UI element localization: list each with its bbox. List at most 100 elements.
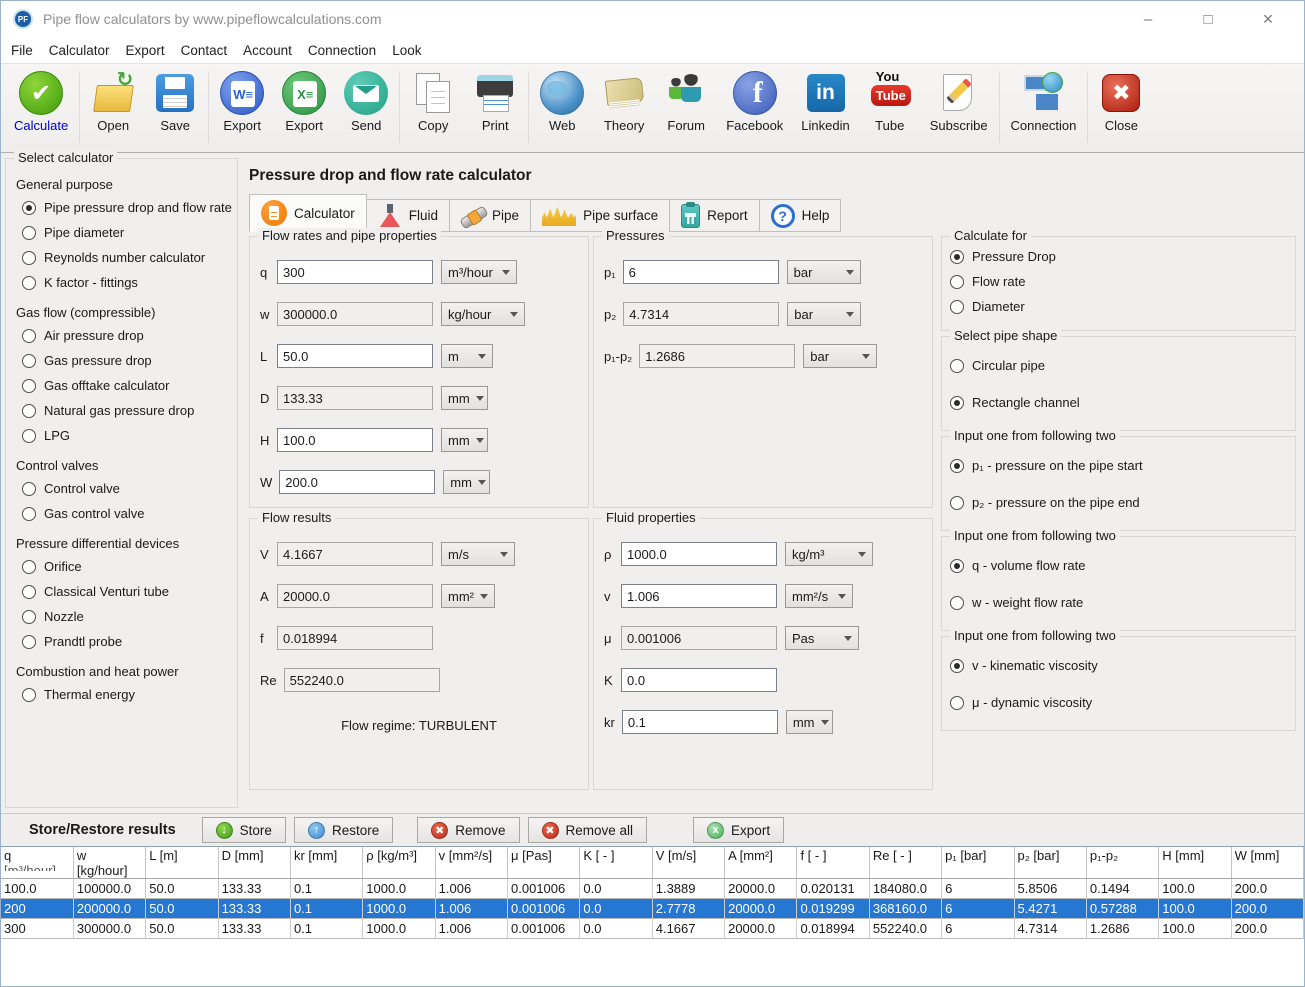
flow-results-v-input[interactable] — [277, 542, 433, 566]
radio-pressure-drop[interactable]: Pressure Drop — [942, 244, 1295, 269]
table-row[interactable]: 200200000.050.0133.330.11000.01.0060.001… — [1, 899, 1304, 919]
radio-diameter[interactable]: Diameter — [942, 294, 1295, 319]
flow-rates-d-unit-select[interactable]: mm — [441, 386, 488, 410]
flow-results-re-input[interactable] — [284, 668, 440, 692]
restore-button[interactable]: ↑Restore — [294, 817, 393, 843]
radio-p2-pressure-on-the-pipe-end[interactable]: p₂ - pressure on the pipe end — [942, 484, 1295, 521]
fluid-properties-kr-unit-select[interactable]: mm — [786, 710, 833, 734]
web-button[interactable]: Web — [531, 71, 593, 133]
flow-rates-h-input[interactable] — [277, 428, 433, 452]
tab-help[interactable]: Help — [760, 199, 842, 232]
radio-nozzle[interactable]: Nozzle — [12, 604, 237, 629]
radio-rectangle-channel[interactable]: Rectangle channel — [942, 384, 1295, 421]
radio-circular-pipe[interactable]: Circular pipe — [942, 347, 1295, 384]
export-word-button[interactable]: Export — [211, 71, 273, 133]
table-row[interactable]: 300300000.050.0133.330.11000.01.0060.001… — [1, 919, 1304, 939]
print-button[interactable]: Print — [464, 71, 526, 133]
youtube-button[interactable]: Tube — [859, 71, 921, 133]
radio-orifice[interactable]: Orifice — [12, 554, 237, 579]
radio-w-weight-flow-rate[interactable]: w - weight flow rate — [942, 584, 1295, 621]
calculate-button[interactable]: Calculate — [5, 71, 77, 133]
store-button[interactable]: ↓Store — [202, 817, 286, 843]
flow-rates-w-input[interactable] — [277, 302, 433, 326]
fluid-properties-kr-input[interactable] — [622, 710, 778, 734]
radio-control-valve[interactable]: Control valve — [12, 476, 237, 501]
window-close-button[interactable]: × — [1238, 4, 1298, 34]
radio-q-volume-flow-rate[interactable]: q - volume flow rate — [942, 547, 1295, 584]
save-button[interactable]: Save — [144, 71, 206, 133]
radio-pipe-diameter[interactable]: Pipe diameter — [12, 220, 237, 245]
connection-button[interactable]: Connection — [1002, 71, 1086, 133]
remove-button[interactable]: ✖Remove — [417, 817, 519, 843]
radio-flow-rate[interactable]: Flow rate — [942, 269, 1295, 294]
flow-results-a-unit-select[interactable]: mm² — [441, 584, 495, 608]
flow-results-a-input[interactable] — [277, 584, 433, 608]
pressures-p1-p2-unit-select[interactable]: bar — [803, 344, 877, 368]
radio-p1-pressure-on-the-pipe-start[interactable]: p₁ - pressure on the pipe start — [942, 447, 1295, 484]
menu-account[interactable]: Account — [235, 43, 300, 58]
send-button[interactable]: Send — [335, 71, 397, 133]
radio-k-factor-fittings[interactable]: K factor - fittings — [12, 270, 237, 295]
pressures-p2-input[interactable] — [623, 302, 779, 326]
pressures-p1-unit-select[interactable]: bar — [787, 260, 861, 284]
menu-file[interactable]: File — [3, 43, 41, 58]
pressures-p1-input[interactable] — [623, 260, 779, 284]
forum-button[interactable]: Forum — [655, 71, 717, 133]
flow-rates-l-input[interactable] — [277, 344, 433, 368]
fluid-properties-rho-input[interactable] — [621, 542, 777, 566]
radio-classical-venturi-tube[interactable]: Classical Venturi tube — [12, 579, 237, 604]
pressures-p2-unit-select[interactable]: bar — [787, 302, 861, 326]
menu-look[interactable]: Look — [384, 43, 429, 58]
radio-natural-gas-pressure-drop[interactable]: Natural gas pressure drop — [12, 398, 237, 423]
flow-rates-l-unit-select[interactable]: m — [441, 344, 493, 368]
subscribe-button[interactable]: Subscribe — [921, 71, 997, 133]
tab-calculator[interactable]: Calculator — [249, 194, 367, 232]
flow-rates-w-unit-select[interactable]: kg/hour — [441, 302, 525, 326]
menu-calculator[interactable]: Calculator — [41, 43, 118, 58]
radio-gas-control-valve[interactable]: Gas control valve — [12, 501, 237, 526]
open-button[interactable]: Open — [82, 71, 144, 133]
minimize-button[interactable]: – — [1118, 4, 1178, 34]
fluid-properties-v-unit-select[interactable]: mm²/s — [785, 584, 853, 608]
radio-thermal-energy[interactable]: Thermal energy — [12, 682, 237, 707]
fluid-properties-mu-unit-select[interactable]: Pas — [785, 626, 859, 650]
export-excel-button[interactable]: Export — [273, 71, 335, 133]
flow-rates-w-unit-select[interactable]: mm — [443, 470, 490, 494]
export-results-button[interactable]: xExport — [693, 817, 784, 843]
radio-reynolds-number-calculator[interactable]: Reynolds number calculator — [12, 245, 237, 270]
flow-rates-q-input[interactable] — [277, 260, 433, 284]
flow-rates-h-unit-select[interactable]: mm — [441, 428, 488, 452]
table-row[interactable]: 100.0100000.050.0133.330.11000.01.0060.0… — [1, 879, 1304, 899]
flow-rates-w-input[interactable] — [279, 470, 435, 494]
close-button[interactable]: Close — [1090, 71, 1152, 133]
radio-pipe-pressure-drop-and-flow-rate[interactable]: Pipe pressure drop and flow rate — [12, 195, 237, 220]
radio-mu-dynamic-viscosity[interactable]: μ - dynamic viscosity — [942, 684, 1295, 721]
fluid-properties-mu-input[interactable] — [621, 626, 777, 650]
radio-gas-pressure-drop[interactable]: Gas pressure drop — [12, 348, 237, 373]
menu-contact[interactable]: Contact — [173, 43, 236, 58]
linkedin-button[interactable]: Linkedin — [792, 71, 858, 133]
flow-results-v-unit-select[interactable]: m/s — [441, 542, 515, 566]
window-title: Pipe flow calculators by www.pipeflowcal… — [43, 11, 381, 27]
tab-report[interactable]: Report — [670, 199, 760, 232]
fluid-properties-rho-unit-select[interactable]: kg/m³ — [785, 542, 873, 566]
flow-rates-d-input[interactable] — [277, 386, 433, 410]
flow-results-f-input[interactable] — [277, 626, 433, 650]
flow-rates-q-unit-select[interactable]: m³/hour — [441, 260, 517, 284]
menu-connection[interactable]: Connection — [300, 43, 384, 58]
radio-air-pressure-drop[interactable]: Air pressure drop — [12, 323, 237, 348]
radio-v-kinematic-viscosity[interactable]: v - kinematic viscosity — [942, 647, 1295, 684]
remove-all-button[interactable]: ✖Remove all — [528, 817, 648, 843]
radio-lpg[interactable]: LPG — [12, 423, 237, 448]
fluid-properties-v-input[interactable] — [621, 584, 777, 608]
theory-button[interactable]: Theory — [593, 71, 655, 133]
fluid-properties-k-input[interactable] — [621, 668, 777, 692]
tab-pipe[interactable]: Pipe — [450, 199, 531, 232]
copy-button[interactable]: Copy — [402, 71, 464, 133]
maximize-button[interactable]: □ — [1178, 4, 1238, 34]
radio-prandtl-probe[interactable]: Prandtl probe — [12, 629, 237, 654]
facebook-button[interactable]: Facebook — [717, 71, 792, 133]
pressures-p1-p2-input[interactable] — [639, 344, 795, 368]
radio-gas-offtake-calculator[interactable]: Gas offtake calculator — [12, 373, 237, 398]
menu-export[interactable]: Export — [118, 43, 173, 58]
